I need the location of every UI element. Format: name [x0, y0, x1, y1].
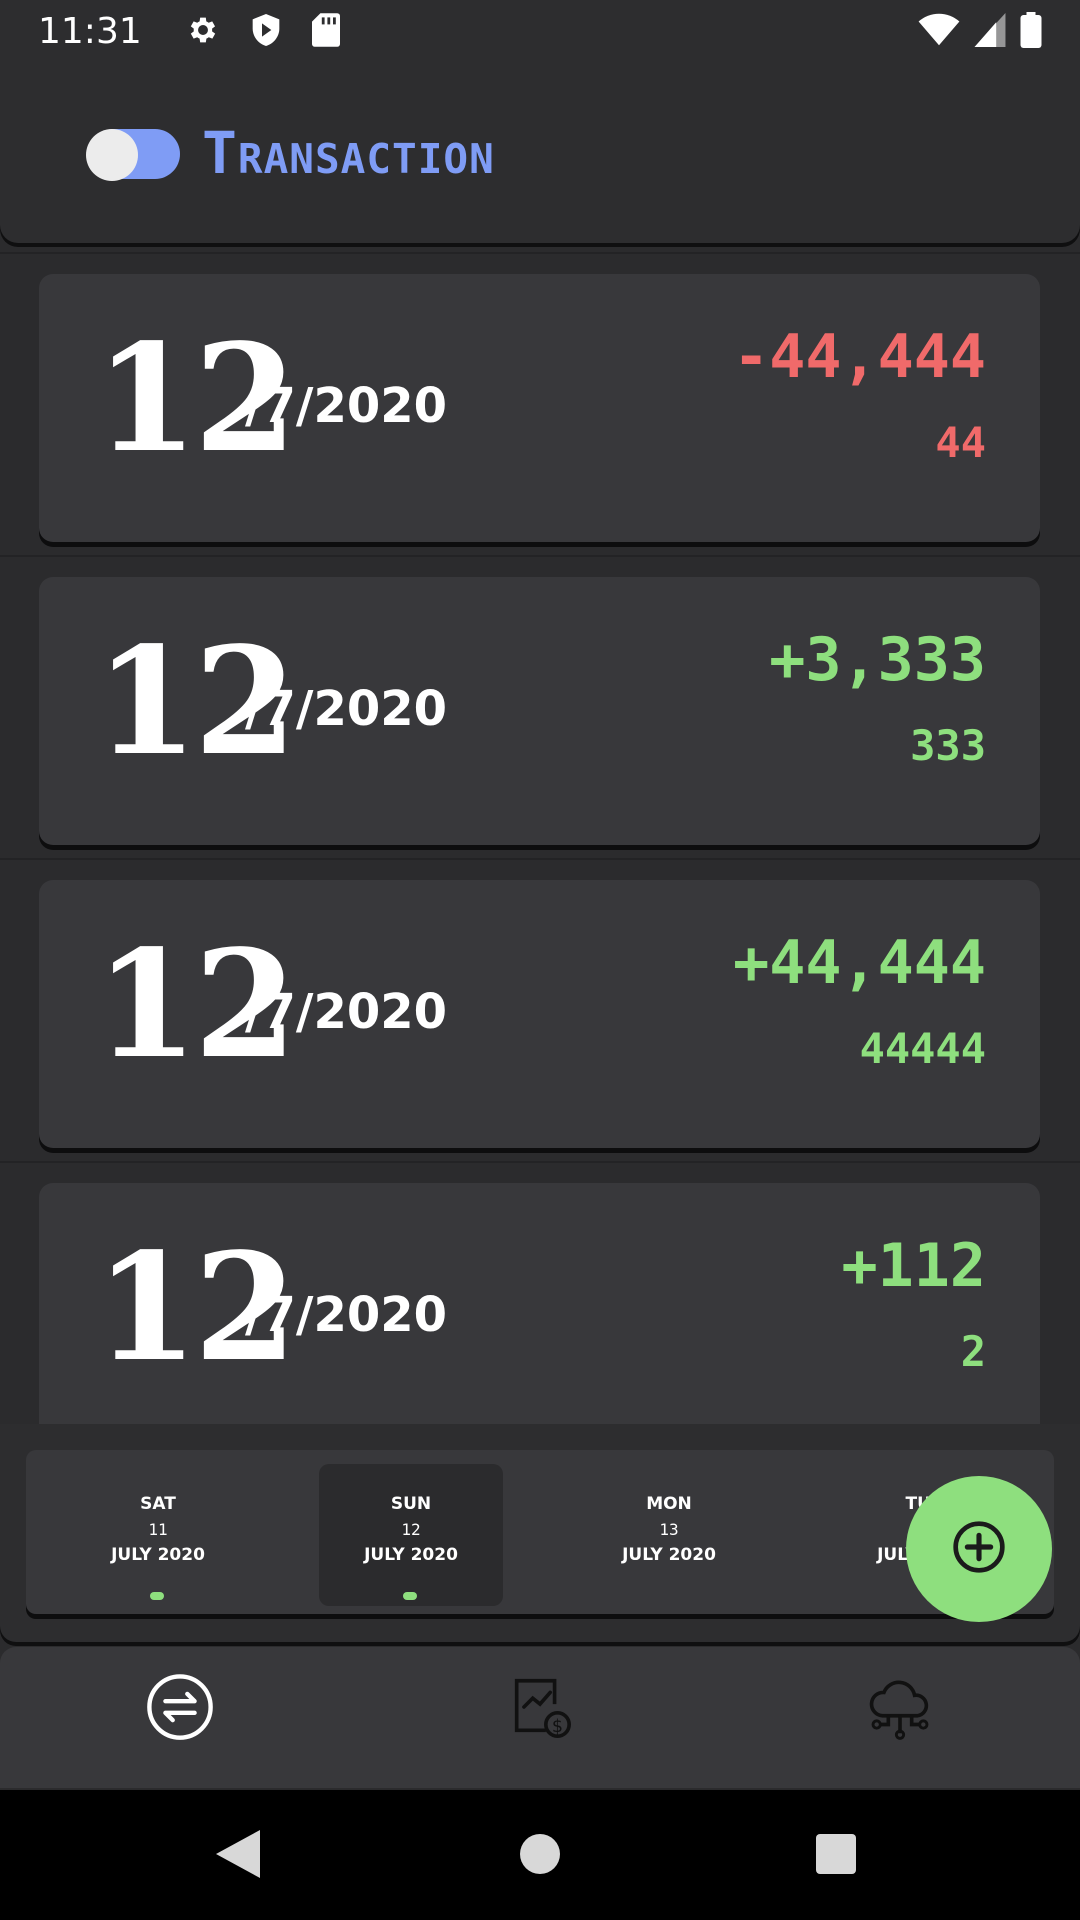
date-item-sun-12[interactable]: SUN 12 JULY 2020	[319, 1464, 503, 1606]
date-item-sat-11[interactable]: SAT 11 JULY 2020	[66, 1464, 250, 1606]
transaction-indicator-dot	[403, 1592, 417, 1600]
report-chart-dollar-icon: $	[505, 1672, 575, 1746]
nav-item-report[interactable]: $	[500, 1669, 580, 1749]
date-item-mon-13[interactable]: MON 13 JULY 2020	[577, 1464, 761, 1606]
date-number: 13	[659, 1520, 679, 1539]
transaction-amount: +3,333	[769, 625, 986, 695]
date-month-year: JULY 2020	[364, 1545, 458, 1565]
list-item: 12 /7/2020 +44,444 44444	[0, 858, 1080, 1161]
page-title: Transaction	[202, 119, 495, 187]
date-day-of-week: SAT	[140, 1494, 176, 1514]
transaction-sub-amount: 2	[960, 1327, 986, 1376]
svg-text:$: $	[552, 1717, 563, 1737]
transaction-sub-amount: 44444	[859, 1024, 986, 1073]
gear-icon	[186, 13, 220, 51]
list-item: 12 /7/2020 +112 2	[0, 1161, 1080, 1424]
nav-item-transactions[interactable]	[140, 1669, 220, 1749]
sd-card-icon	[311, 12, 340, 51]
toggle-knob	[86, 129, 138, 181]
transaction-amount: +44,444	[733, 928, 986, 998]
transaction-indicator-dot	[150, 1592, 164, 1600]
list-item: 12 /7/2020 -44,444 44	[0, 252, 1080, 555]
list-item: 12 /7/2020 +3,333 333	[0, 555, 1080, 858]
add-circle-icon	[951, 1519, 1007, 1579]
date-number: 11	[148, 1520, 168, 1539]
date-month-year: JULY 2020	[622, 1545, 716, 1565]
recents-icon[interactable]	[816, 1834, 856, 1878]
transaction-card[interactable]: 12 /7/2020 -44,444 44	[39, 274, 1040, 542]
transaction-sub-amount: 333	[910, 721, 986, 770]
transaction-month-year: /7/2020	[245, 984, 448, 1040]
transaction-card[interactable]: 12 /7/2020 +44,444 44444	[39, 880, 1040, 1148]
transaction-amount: -44,444	[733, 322, 986, 392]
system-navigation-bar	[0, 1790, 1080, 1920]
status-bar: 11:31	[0, 0, 1080, 63]
status-time: 11:31	[38, 11, 142, 52]
add-transaction-button[interactable]	[906, 1476, 1052, 1622]
swap-arrows-icon	[145, 1672, 215, 1746]
transaction-amount: +112	[841, 1231, 987, 1301]
date-month-year: JULY 2020	[111, 1545, 205, 1565]
date-number: 12	[401, 1520, 421, 1539]
bottom-navigation: $	[0, 1647, 1080, 1788]
transaction-card[interactable]: 12 /7/2020 +3,333 333	[39, 577, 1040, 845]
date-day-of-week: MON	[646, 1494, 692, 1514]
transaction-list[interactable]: 12 /7/2020 -44,444 44 12 /7/2020 +3,333 …	[0, 252, 1080, 1424]
transaction-sub-amount: 44	[935, 418, 986, 467]
transaction-month-year: /7/2020	[245, 1287, 448, 1343]
transaction-card[interactable]: 12 /7/2020 +112 2	[39, 1183, 1040, 1424]
nav-item-cloud[interactable]	[860, 1669, 940, 1749]
home-icon[interactable]	[520, 1834, 560, 1878]
shield-icon	[250, 12, 282, 52]
app-bar: Transaction	[0, 63, 1080, 243]
date-day-of-week: SUN	[390, 1494, 432, 1514]
transaction-month-year: /7/2020	[245, 681, 448, 737]
battery-icon	[1020, 11, 1042, 52]
theme-toggle[interactable]	[86, 129, 180, 181]
transaction-month-year: /7/2020	[245, 378, 448, 434]
signal-icon	[974, 12, 1006, 51]
date-strip[interactable]: SAT 11 JULY 2020 SUN 12 JULY 2020 MON 13…	[26, 1450, 1054, 1614]
back-icon[interactable]	[216, 1830, 260, 1882]
wifi-icon	[918, 13, 960, 51]
cloud-network-icon	[865, 1672, 935, 1746]
